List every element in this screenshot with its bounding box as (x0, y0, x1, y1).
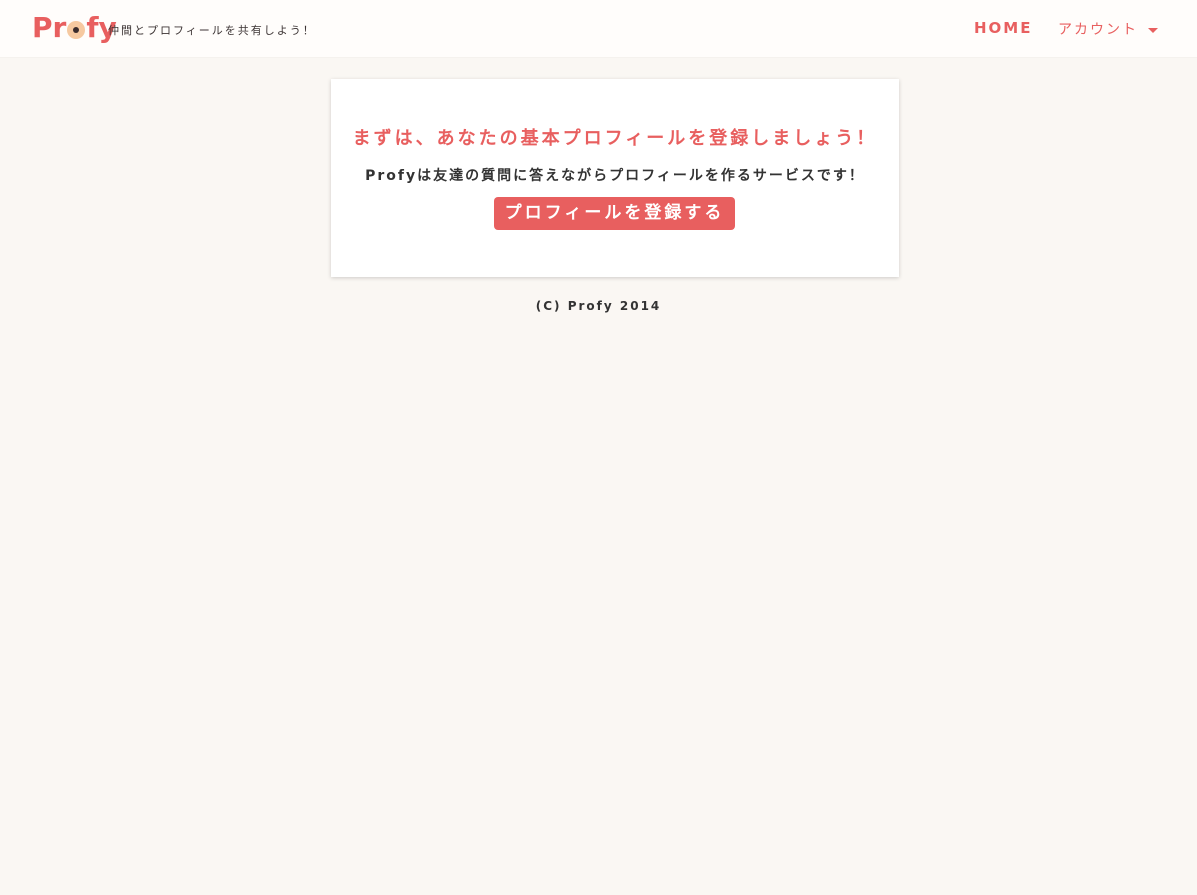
service-description: Profyは友達の質問に答えながらプロフィールを作るサービスです！ (365, 168, 865, 184)
footer-copyright: (C) Profy 2014 (535, 299, 662, 313)
top-navbar: Pr fy 仲間とプロフィールを共有しよう！ HOME アカウント (0, 0, 1197, 57)
nav-home-link[interactable]: HOME (974, 19, 1032, 37)
logo-text-prefix: Pr (32, 11, 67, 44)
welcome-heading: まずは、あなたの基本プロフィールを登録しましょう！ (352, 128, 878, 149)
account-dropdown[interactable]: アカウント (1058, 19, 1158, 39)
eye-icon (67, 21, 86, 39)
welcome-card: まずは、あなたの基本プロフィールを登録しましょう！ Profyは友達の質問に答え… (331, 79, 899, 277)
site-tagline: 仲間とプロフィールを共有しよう！ (108, 24, 316, 37)
account-dropdown-label: アカウント (1058, 22, 1138, 38)
register-profile-button[interactable]: プロフィールを登録する (494, 197, 735, 230)
caret-down-icon (1148, 27, 1158, 33)
profy-logo[interactable]: Pr fy (32, 12, 117, 44)
